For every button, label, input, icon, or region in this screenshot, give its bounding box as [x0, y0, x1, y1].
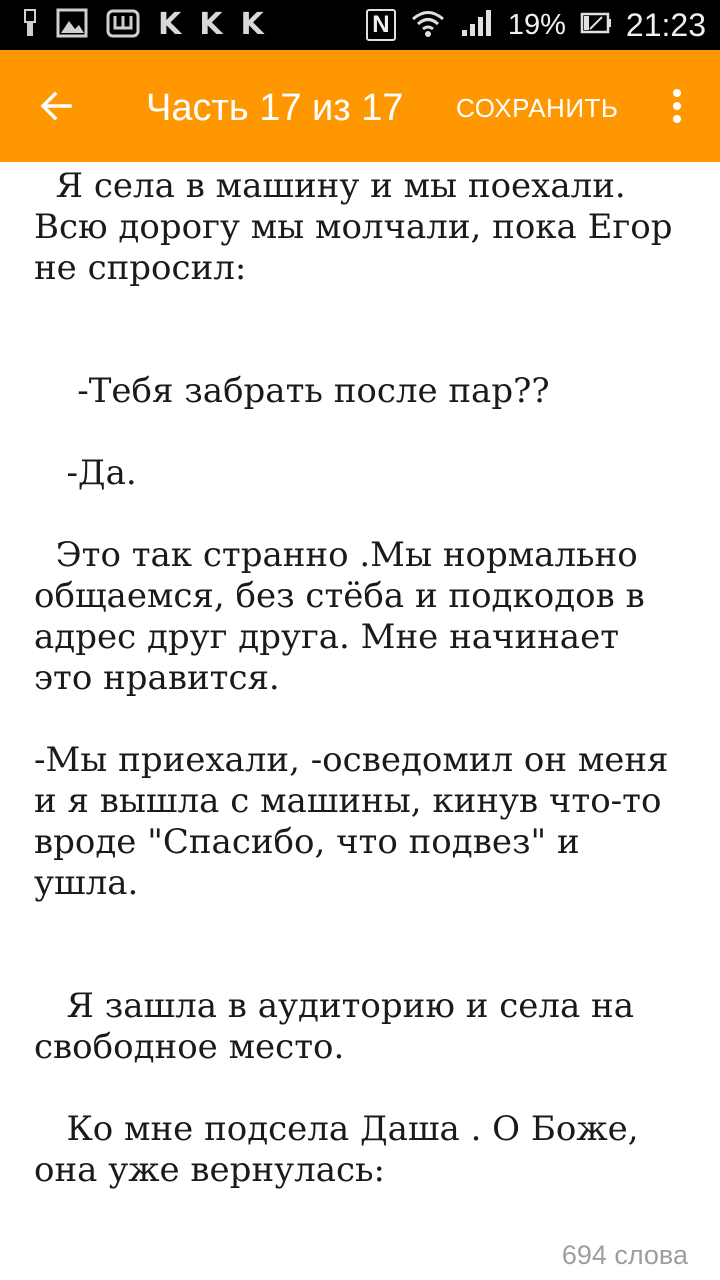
signal-icon	[460, 8, 494, 43]
image-icon	[56, 8, 88, 43]
app-bar: Часть 17 из 17 СОХРАНИТЬ	[0, 50, 720, 162]
story-paragraph: -Тебя забрать после пар??	[34, 371, 550, 411]
story-paragraph: Это так странно .Мы нормально общаемся, …	[34, 535, 656, 698]
usb-icon	[22, 8, 38, 43]
shop-icon	[106, 8, 140, 43]
save-button[interactable]: СОХРАНИТЬ	[456, 88, 618, 128]
status-left-icons: K K K	[0, 8, 264, 43]
story-paragraph: -Да.	[34, 453, 137, 493]
k-letter-1: K	[158, 7, 182, 42]
clock: 21:23	[625, 7, 706, 43]
story-paragraph: Ко мне подсела Даша . О Боже, она уже ве…	[34, 1109, 650, 1190]
k-letter-3: K	[240, 7, 264, 42]
part-title: Часть 17 из 17	[146, 87, 404, 129]
story-paragraph: Я зашла в аудиторию и села на свободное …	[34, 986, 645, 1067]
story-text[interactable]: Я села в машину и мы поехали. Всю дорогу…	[34, 166, 686, 1236]
status-right-icons: N 19% 21:23	[365, 7, 720, 43]
nfc-label: N	[372, 11, 390, 38]
wifi-icon	[410, 8, 446, 43]
back-button[interactable]	[30, 80, 82, 132]
k-letter-2: K	[199, 7, 223, 42]
nfc-icon: N	[365, 9, 396, 41]
more-vertical-icon	[673, 89, 681, 123]
back-arrow-icon	[40, 91, 72, 121]
status-bar: K K K N 19% 21:23	[0, 0, 720, 50]
more-options-button[interactable]	[660, 80, 694, 132]
battery-icon	[580, 11, 612, 40]
word-count: 694 слова	[561, 1240, 688, 1270]
battery-percent: 19%	[507, 8, 566, 41]
story-paragraph: -Мы приехали, -осведомил он меня и я выш…	[34, 740, 680, 903]
story-paragraph: Я села в машину и мы поехали. Всю дорогу…	[34, 166, 684, 288]
